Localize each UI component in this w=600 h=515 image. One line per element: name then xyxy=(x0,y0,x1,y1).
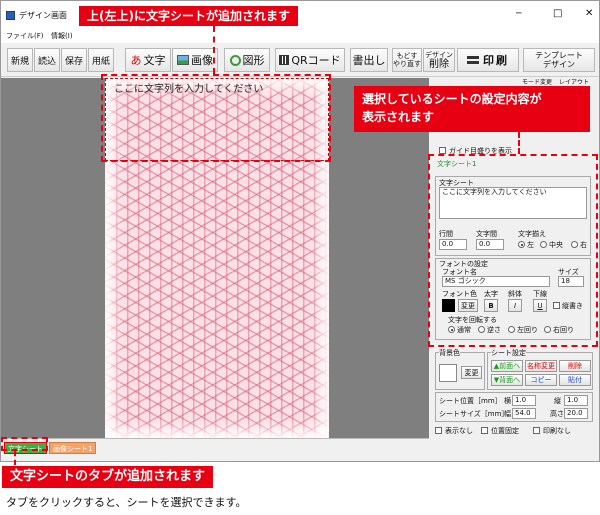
close-button[interactable]: ✕ xyxy=(585,8,593,19)
w-input[interactable]: 54.0 xyxy=(512,408,536,419)
bg-color-change-button[interactable]: 変更 xyxy=(461,366,482,379)
add-qr-button[interactable]: QRコード xyxy=(275,48,345,72)
redo-label: やり直す xyxy=(393,60,421,68)
add-shape-button[interactable]: 図形 xyxy=(224,48,270,72)
top-callout-connector xyxy=(213,26,215,74)
guide-checkbox[interactable] xyxy=(439,147,446,154)
menu-info[interactable]: 情報(I) xyxy=(51,29,73,43)
h-input[interactable]: 20.0 xyxy=(564,408,588,419)
hide-label: 表示なし xyxy=(445,427,473,435)
bottom-callout: 文字シートのタブが追加されます xyxy=(2,466,214,488)
noprint-checkbox[interactable] xyxy=(533,427,540,434)
undo-label: もどす xyxy=(396,52,418,60)
add-text-button[interactable]: あ文字 xyxy=(125,48,171,72)
print-label: 印刷 xyxy=(483,54,509,67)
print-button[interactable]: 印刷 xyxy=(457,48,519,72)
y-label: 縦 xyxy=(554,397,561,405)
noprint-label: 印刷なし xyxy=(543,427,571,435)
sheet-size-label: シートサイズ［mm］ xyxy=(439,410,509,418)
delete-label: 削除 xyxy=(429,58,449,70)
top-callout: 上(左上)に文字シートが追加されます xyxy=(79,6,298,26)
image-icon xyxy=(177,55,189,65)
delete-sheet-button[interactable]: 削除 xyxy=(559,360,591,372)
copy-button[interactable]: コピー xyxy=(525,374,557,386)
right-highlight xyxy=(428,154,598,347)
window-title: デザイン画面 xyxy=(19,11,67,20)
send-back-button[interactable]: ▼背面へ xyxy=(491,374,523,386)
mode-value[interactable]: レイアウト xyxy=(559,77,589,86)
paper-button[interactable]: 用紙 xyxy=(88,48,114,72)
bottom-note: タブをクリックすると、シートを選択できます。 xyxy=(6,496,247,509)
add-text-label: 文字 xyxy=(143,54,166,67)
delete-top-label: デザイン xyxy=(425,50,453,59)
add-qr-label: QRコード xyxy=(291,54,341,67)
tab-highlight xyxy=(1,437,48,451)
open-button[interactable]: 読込 xyxy=(34,48,60,72)
template-design-button[interactable]: テンプレート デザイン xyxy=(523,48,595,72)
undo-redo-button[interactable]: もどす やり直す xyxy=(392,48,422,72)
toolbar: 新規 読込 保存 用紙 あ文字 画像 図形 QRコード 書出し もどす やり直す … xyxy=(1,43,599,77)
rename-button[interactable]: 名称変更 xyxy=(525,360,557,372)
qr-icon xyxy=(279,55,290,65)
menu-file[interactable]: ファイル(F) xyxy=(6,29,44,43)
background-group: 背景色 変更 xyxy=(435,348,485,390)
tab-image-sheet[interactable]: 画像シート1 xyxy=(49,442,97,454)
maximize-button[interactable]: □ xyxy=(553,8,562,19)
right-callout-line1: 選択しているシートの設定内容が xyxy=(362,92,542,106)
x-input[interactable]: 1.0 xyxy=(512,395,536,406)
sheet-setting-label: シート設定 xyxy=(491,348,526,358)
right-callout-line2: 表示されます xyxy=(362,110,435,124)
sheet-position-label: シート位置［mm］ xyxy=(439,397,502,405)
add-image-button[interactable]: 画像 xyxy=(172,48,218,72)
x-label: 横 xyxy=(504,397,511,405)
bg-color-label: 背景色 xyxy=(439,348,460,358)
paste-button[interactable]: 貼付 xyxy=(559,374,591,386)
menu-bar: ファイル(F) 情報(I) xyxy=(1,29,599,43)
bring-front-button[interactable]: ▲前面へ xyxy=(491,360,523,372)
new-button[interactable]: 新規 xyxy=(7,48,33,72)
save-button[interactable]: 保存 xyxy=(61,48,87,72)
right-callout-connector xyxy=(518,132,520,154)
right-callout: 選択しているシートの設定内容が 表示されます xyxy=(354,86,590,132)
text-icon: あ xyxy=(130,54,142,67)
position-group: シート位置［mm］ 横 1.0 縦 1.0 シートサイズ［mm］ 幅 54.0 … xyxy=(435,392,593,422)
app-icon xyxy=(6,11,15,20)
top-highlight xyxy=(101,74,331,162)
export-button[interactable]: 書出し xyxy=(350,48,388,72)
add-image-label: 画像 xyxy=(191,54,213,67)
y-input[interactable]: 1.0 xyxy=(564,395,588,406)
bottom-callout-connector xyxy=(14,451,16,465)
bg-color-swatch[interactable] xyxy=(439,364,457,382)
sheet-setting-group: シート設定 ▲前面へ ▼背面へ 名称変更 コピー 削除 貼付 xyxy=(487,348,593,390)
w-label: 幅 xyxy=(504,410,511,418)
mode-label: モード変更 xyxy=(522,79,553,86)
add-shape-label: 図形 xyxy=(242,54,265,67)
template-label: テンプレート xyxy=(535,51,583,60)
hide-checkbox[interactable] xyxy=(435,427,442,434)
lock-checkbox[interactable] xyxy=(481,427,488,434)
h-label: 高さ xyxy=(550,410,564,418)
circle-icon xyxy=(229,54,241,66)
design-label: デザイン xyxy=(543,60,575,69)
sheet-tab-bar: 文字シート 画像シート1 xyxy=(1,438,429,461)
lock-label: 位置固定 xyxy=(491,427,519,435)
minimize-button[interactable]: ─ xyxy=(516,9,521,19)
delete-design-button[interactable]: デザイン 削除 xyxy=(423,48,455,72)
printer-icon xyxy=(467,56,479,64)
